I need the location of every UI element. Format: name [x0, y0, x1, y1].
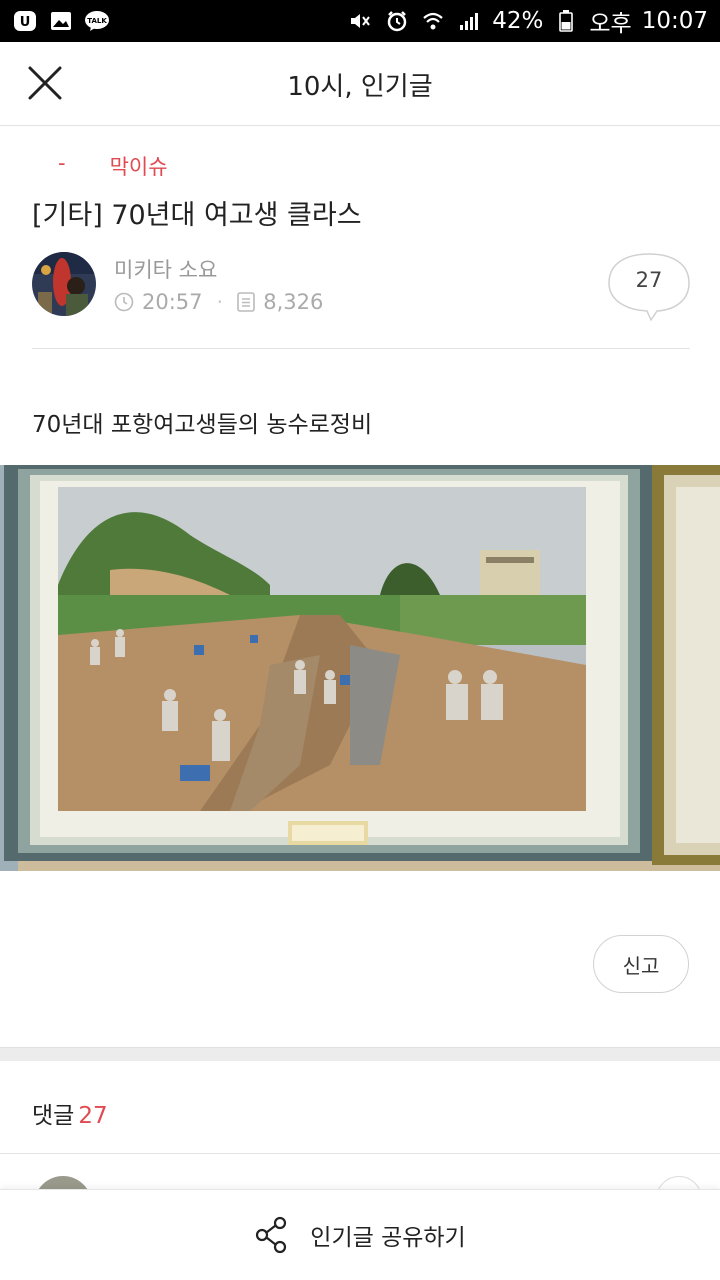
category-label[interactable]: 막이슈: [110, 151, 168, 181]
share-icon: [256, 1216, 287, 1254]
signal-icon: [456, 10, 482, 32]
comments-header: 댓글 27: [32, 1096, 108, 1130]
post-photo[interactable]: [0, 465, 720, 871]
carrier-u-icon: U: [12, 10, 38, 32]
author-avatar[interactable]: [32, 252, 96, 316]
divider: [0, 1153, 720, 1154]
svg-text:U: U: [20, 15, 31, 30]
status-left: U TALK: [12, 10, 110, 32]
post-time: 20:57: [142, 290, 203, 314]
post-meta: 20:57 · 8,326: [114, 290, 323, 314]
battery-icon: [553, 10, 579, 32]
views-icon: [237, 292, 256, 312]
clock-ampm: 오후: [589, 11, 632, 37]
clock-icon: [114, 292, 134, 312]
section-separator: [0, 1047, 720, 1061]
share-label: 인기글 공유하기: [310, 1225, 466, 1251]
page-title: 10시, 인기글: [287, 72, 433, 102]
view-count: 8,326: [263, 290, 324, 314]
comment-count-button[interactable]: 27: [607, 252, 691, 322]
meta-separator: ·: [216, 290, 224, 314]
comments-count: 27: [78, 1103, 108, 1129]
comment-count: 27: [635, 268, 663, 292]
app-header: 10시, 인기글: [0, 42, 720, 126]
comments-label: 댓글: [32, 1103, 75, 1129]
clock-time: 10:07: [641, 8, 708, 34]
divider: [32, 348, 690, 349]
post-body-text: 70년대 포항여고생들의 농수로정비: [32, 412, 373, 438]
category-row[interactable]: - 막이슈: [58, 151, 168, 181]
author-name[interactable]: 미키타 소요: [114, 254, 217, 284]
share-bar[interactable]: 인기글 공유하기: [0, 1189, 720, 1280]
battery-percent: 42%: [492, 8, 544, 34]
category-prefix: -: [58, 151, 66, 175]
mute-icon: [348, 10, 374, 32]
talk-badge: TALK: [87, 17, 107, 25]
wifi-icon: [420, 10, 446, 32]
kakaotalk-icon: TALK: [84, 10, 110, 32]
status-right: 42% 오후 10:07: [348, 4, 708, 38]
status-bar: U TALK 42% 오후 10:07: [0, 0, 720, 42]
post-title: [기타] 70년대 여고생 클라스: [32, 200, 362, 231]
alarm-icon: [384, 10, 410, 32]
report-button[interactable]: 신고: [593, 935, 689, 993]
gallery-icon: [48, 10, 74, 32]
